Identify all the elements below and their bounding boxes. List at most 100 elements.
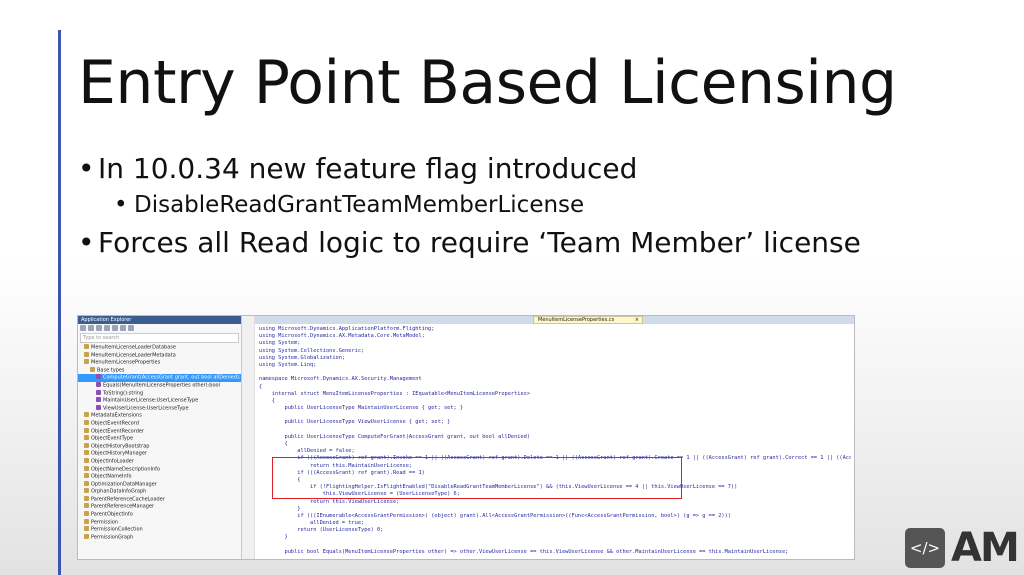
- explorer-tree-item[interactable]: ParentReferenceManager: [78, 503, 241, 511]
- explorer-tree-item[interactable]: ObjectNameDescriptionInfo: [78, 465, 241, 474]
- bullet-text: Forces all Read logic to require ‘Team M…: [98, 226, 861, 259]
- explorer-tree-item[interactable]: Base types: [78, 366, 241, 375]
- explorer-tree-item[interactable]: ParentObjectInfo: [78, 511, 241, 519]
- bullet-list: • In 10.0.34 new feature flag introduced …: [78, 152, 861, 266]
- class-icon: [84, 442, 89, 448]
- tree-item-label: ObjectEventType: [91, 435, 134, 442]
- tab-menuitemlicenseproperties[interactable]: MenuItemLicenseProperties.cs ×: [533, 316, 643, 324]
- tree-item-label: Permission: [91, 519, 118, 526]
- explorer-tree-item[interactable]: PermissionGraph: [78, 533, 241, 542]
- toolbar-icon[interactable]: [104, 325, 110, 331]
- explorer-tree-item[interactable]: MetadataExtensions: [78, 412, 241, 420]
- code-line: using Microsoft.Dynamics.AX.Metadata.Cor…: [259, 333, 425, 340]
- code-brackets-icon: </>: [905, 527, 945, 568]
- code-line: {: [259, 397, 275, 404]
- class-icon: [84, 351, 89, 357]
- explorer-tree-item[interactable]: ObjectNameInfo: [78, 473, 241, 481]
- bullet-item: • Forces all Read logic to require ‘Team …: [78, 226, 861, 266]
- explorer-tree-item[interactable]: Permission: [78, 518, 241, 527]
- class-icon: [84, 495, 89, 501]
- logo-text: AM: [951, 524, 1020, 571]
- bullet-item: • In 10.0.34 new feature flag introduced: [78, 152, 861, 192]
- class-icon: [84, 503, 89, 509]
- tree-item-label: Equals(MenuItemLicenseProperties other):…: [103, 382, 220, 389]
- explorer-tree-item[interactable]: ObjectEventRecord: [78, 419, 241, 428]
- code-line: public UserLicenseType ViewUserLicense {…: [259, 419, 451, 426]
- explorer-tree-item[interactable]: ObjectEventType: [78, 435, 241, 443]
- tree-item-label: MaintainUserLicense:UserLicenseType: [103, 397, 199, 404]
- method-icon: [96, 397, 101, 403]
- am-logo: </> AM: [905, 524, 1020, 571]
- explorer-tree-item[interactable]: ViewUserLicense:UserLicenseType: [78, 404, 241, 413]
- tree-item-label: ObjectEventRecord: [91, 420, 139, 427]
- class-icon: [84, 344, 89, 349]
- tree-item-label: OrphanDataInfoGraph: [91, 488, 147, 495]
- code-line: if (((IEnumerable<AccessGrantPermission>…: [259, 512, 731, 519]
- application-explorer-panel: Application Explorer Type to search Menu…: [78, 316, 242, 559]
- tree-item-label: MenuItemLicenseProperties: [91, 359, 161, 366]
- editor-gutter: [242, 316, 255, 559]
- code-line: }: [259, 505, 301, 512]
- class-icon: [84, 359, 89, 365]
- bullet-marker: •: [78, 152, 95, 185]
- code-line: using System.Collections.Generic;: [259, 347, 365, 354]
- tree-item-label: ObjectNameInfo: [91, 473, 132, 480]
- explorer-tree-item[interactable]: MenuItemLicenseLoaderMetadata: [78, 351, 241, 360]
- toolbar-icon[interactable]: [112, 325, 118, 331]
- explorer-tree-item[interactable]: MenuItemLicenseProperties: [78, 359, 241, 367]
- toolbar-icon[interactable]: [128, 325, 134, 331]
- class-icon: [84, 473, 89, 479]
- explorer-tree-item[interactable]: ComputeGrant(AccessGrant grant, out bool…: [78, 374, 241, 382]
- class-icon: [84, 457, 89, 463]
- class-icon: [84, 465, 89, 471]
- explorer-tree-item[interactable]: MenuItemLicenseLoaderDatabase: [78, 344, 241, 352]
- slide-title: Entry Point Based Licensing: [78, 48, 897, 118]
- code-editor[interactable]: using Microsoft.Dynamics.ApplicationPlat…: [259, 326, 851, 559]
- code-line: }: [259, 534, 288, 541]
- code-line: return this.ViewUserLicense;: [259, 498, 400, 505]
- explorer-tree-item[interactable]: ToString():string: [78, 389, 241, 398]
- explorer-tree-item[interactable]: OptimizationDataManager: [78, 480, 241, 489]
- explorer-tree-item[interactable]: OrphanDataInfoGraph: [78, 488, 241, 496]
- tree-item-label: MetadataExtensions: [91, 412, 142, 419]
- tab-label: MenuItemLicenseProperties.cs: [538, 317, 615, 323]
- close-icon[interactable]: ×: [635, 317, 639, 324]
- explorer-tree-item[interactable]: ObjectHistoryBootstrap: [78, 442, 241, 451]
- toolbar-icon[interactable]: [96, 325, 102, 331]
- bullet-marker: •: [114, 192, 128, 218]
- explorer-search-input[interactable]: Type to search: [80, 333, 239, 343]
- class-icon: [84, 518, 89, 524]
- explorer-tree-item[interactable]: PermissionCollection: [78, 526, 241, 534]
- code-line: using System;: [259, 340, 301, 347]
- class-icon: [84, 533, 89, 539]
- explorer-tree-item[interactable]: ObjectEventRecorder: [78, 427, 241, 436]
- tree-item-label: ObjectEventRecorder: [91, 428, 145, 435]
- sub-bullet-item: • DisableReadGrantTeamMemberLicense: [114, 192, 861, 226]
- explorer-tree-item[interactable]: ObjectHistoryManager: [78, 450, 241, 458]
- tree-item-label: ViewUserLicense:UserLicenseType: [103, 405, 189, 412]
- code-line: return (UserLicenseType) 0;: [259, 527, 384, 534]
- explorer-tree-item[interactable]: ObjectInfoLoader: [78, 457, 241, 466]
- tree-item-label: PermissionGraph: [91, 534, 134, 541]
- class-icon: [84, 435, 89, 441]
- code-line: public UserLicenseType MaintainUserLicen…: [259, 405, 464, 412]
- explorer-tree-item[interactable]: MaintainUserLicense:UserLicenseType: [78, 397, 241, 405]
- class-icon: [84, 450, 89, 456]
- method-icon: [96, 389, 101, 395]
- tree-item-label: Base types: [97, 367, 125, 374]
- tree-item-label: PermissionCollection: [91, 526, 143, 533]
- class-icon: [84, 419, 89, 425]
- toolbar-icon[interactable]: [120, 325, 126, 331]
- code-line: allDenied = false;: [259, 448, 355, 455]
- toolbar-icon[interactable]: [80, 325, 86, 331]
- explorer-tree-item[interactable]: Equals(MenuItemLicenseProperties other):…: [78, 381, 241, 390]
- bullet-text: DisableReadGrantTeamMemberLicense: [134, 192, 585, 218]
- explorer-tree-item[interactable]: ParentReferenceCacheLoader: [78, 495, 241, 504]
- code-line: using System.Linq;: [259, 361, 317, 368]
- toolbar-icon[interactable]: [88, 325, 94, 331]
- slide-accent-line: [58, 30, 61, 575]
- code-line: internal struct MenuItemLicensePropertie…: [259, 390, 531, 397]
